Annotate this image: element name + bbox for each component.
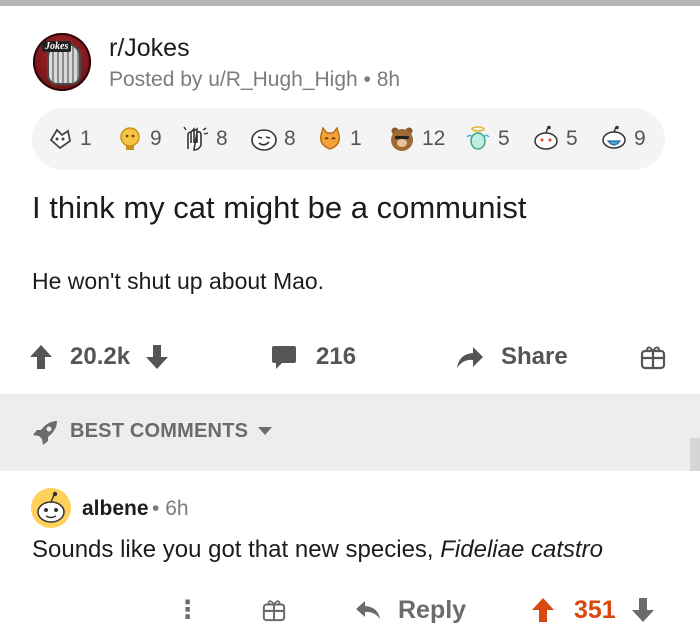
upvote-arrow-icon[interactable] [530,596,556,624]
award-item[interactable]: 1 [46,122,92,156]
status-bar-edge [0,0,700,6]
award-item[interactable]: 5 [464,122,510,156]
lol-face-award-icon [251,129,277,151]
award-count: 1 [80,127,92,150]
awards-bar[interactable]: 1 9 8 8 1 12 5 5 9 [32,108,665,170]
post-title[interactable]: I think my cat might be a communist [32,190,526,226]
scroll-edge [690,438,700,471]
award-item[interactable]: 5 [532,122,578,156]
comment-separator: • [152,497,160,520]
award-item[interactable]: 12 [388,122,445,156]
comment-body: Sounds like you got that new species, Fi… [32,536,603,564]
award-count: 12 [422,127,446,150]
award-count: 8 [216,127,228,150]
bear-hug-award-icon [391,127,413,151]
chevron-down-icon [258,427,272,435]
comment-award-button[interactable] [262,593,286,627]
comment-vote-count: 351 [574,595,616,624]
commenter-avatar[interactable] [31,488,71,528]
meta-separator: • [363,68,371,91]
downvote-arrow-icon[interactable] [144,343,170,371]
comment-text: Sounds like you got that new species, [32,536,441,563]
avatar-label: Jokes [42,41,72,52]
comment-text-italic: Fideliae catstro [440,536,603,563]
gold-trophy-award-icon [120,127,140,150]
posted-prefix: Posted by [109,68,203,91]
comment-bubble-icon [272,346,296,369]
comment-sort-bar[interactable]: BEST COMMENTS [0,394,700,471]
reply-arrow-icon [356,601,380,619]
cat-award-icon [320,126,340,150]
comments-button[interactable]: 216 [270,340,356,374]
share-button[interactable]: Share [455,340,568,374]
award-item[interactable]: 8 [250,122,296,156]
snoo-party-award-icon [534,125,558,150]
post-body: He won't shut up about Mao. [32,268,325,294]
comment-age: 6h [165,497,189,520]
gift-icon [262,600,286,622]
clapping-hands-award-icon [183,126,209,151]
comment-username[interactable]: albene [82,497,149,521]
wholesome-award-icon [49,128,71,150]
award-item[interactable]: 8 [182,122,228,156]
reply-button[interactable]: Reply [354,593,466,627]
award-item[interactable]: 9 [116,122,162,156]
award-count: 9 [150,127,162,150]
subreddit-avatar[interactable]: Jokes [33,33,91,91]
award-item[interactable]: 1 [316,122,362,156]
reply-label: Reply [398,595,467,624]
gift-icon [640,346,666,370]
share-label: Share [501,343,568,370]
post-vote-group: 20.2k [28,340,170,374]
share-arrow-icon [457,347,483,368]
more-options-button[interactable]: ⋮ [175,593,200,627]
angel-award-icon [466,126,490,150]
award-count: 8 [284,127,296,150]
post-vote-count: 20.2k [70,343,131,370]
snoo-mask-award-icon [602,125,626,149]
subreddit-name[interactable]: r/Jokes [109,34,190,63]
rocket-icon [33,421,57,445]
snoo-avatar-icon [37,491,65,523]
post-author[interactable]: u/R_Hugh_High [208,68,357,91]
award-count: 1 [350,127,362,150]
sort-label: BEST COMMENTS [70,420,249,442]
comment-vote-group: 351 [530,593,656,627]
more-options-icon: ⋮ [175,596,200,624]
comment-meta: • 6h [152,497,189,521]
award-count: 5 [566,127,578,150]
award-count: 5 [498,127,510,150]
post-age: 8h [376,68,401,91]
award-count: 9 [634,127,646,150]
downvote-arrow-icon[interactable] [630,596,656,624]
award-item[interactable]: 9 [600,122,646,156]
upvote-arrow-icon[interactable] [28,343,54,371]
give-award-button[interactable] [640,340,666,374]
comment-count: 216 [316,343,357,370]
post-meta: Posted by u/R_Hugh_High • 8h [109,68,400,92]
